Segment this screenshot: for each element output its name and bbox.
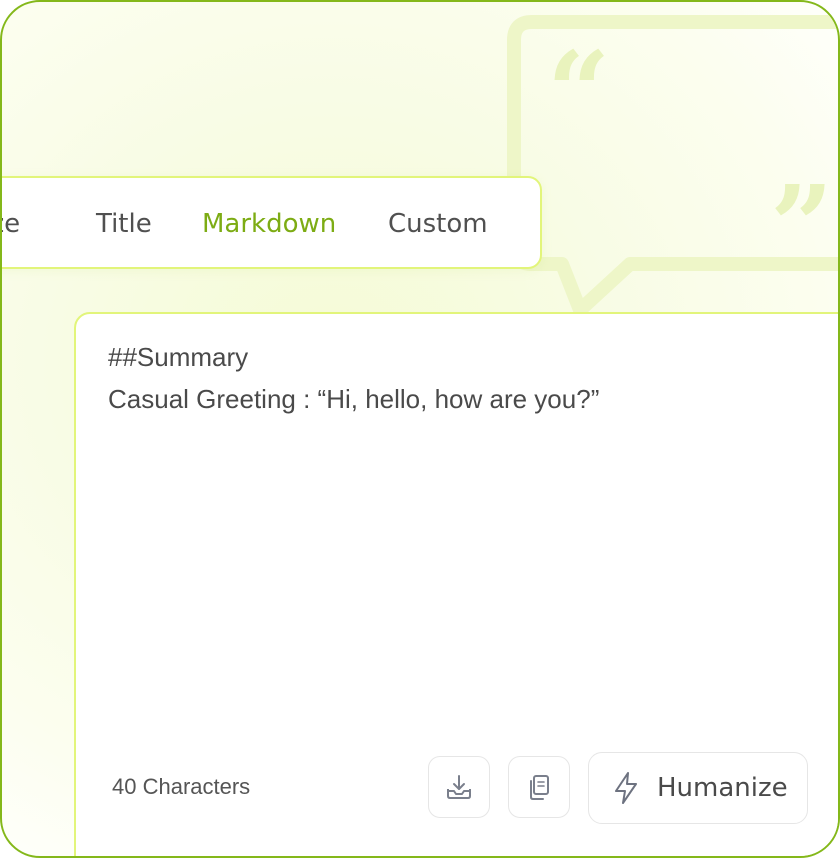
- open-quote-icon: “: [547, 27, 610, 156]
- download-icon: [447, 775, 471, 799]
- copy-icon: [530, 775, 549, 800]
- output-line-heading: ##Summary: [108, 342, 249, 372]
- tab-markdown[interactable]: Markdown: [202, 178, 336, 271]
- tab-custom[interactable]: Custom: [388, 178, 488, 271]
- output-panel: ##Summary Casual Greeting : “Hi, hello, …: [74, 312, 838, 856]
- copy-button[interactable]: [508, 756, 570, 818]
- humanize-button[interactable]: Humanize: [588, 752, 808, 824]
- download-button[interactable]: [428, 756, 490, 818]
- output-line-text: Casual Greeting : “Hi, hello, how are yo…: [108, 384, 600, 414]
- tab-title[interactable]: Title: [96, 178, 152, 271]
- lightning-icon: [613, 771, 639, 805]
- character-count: 40 Characters: [112, 774, 251, 799]
- tab-normalize[interactable]: lize: [2, 178, 20, 271]
- format-tabs: lize Title Markdown Custom: [2, 176, 542, 271]
- close-quote-icon: ”: [770, 161, 833, 290]
- app-frame: “ ” lize Title Markdown Custom ##Summary…: [0, 0, 840, 858]
- humanize-label: Humanize: [657, 773, 788, 803]
